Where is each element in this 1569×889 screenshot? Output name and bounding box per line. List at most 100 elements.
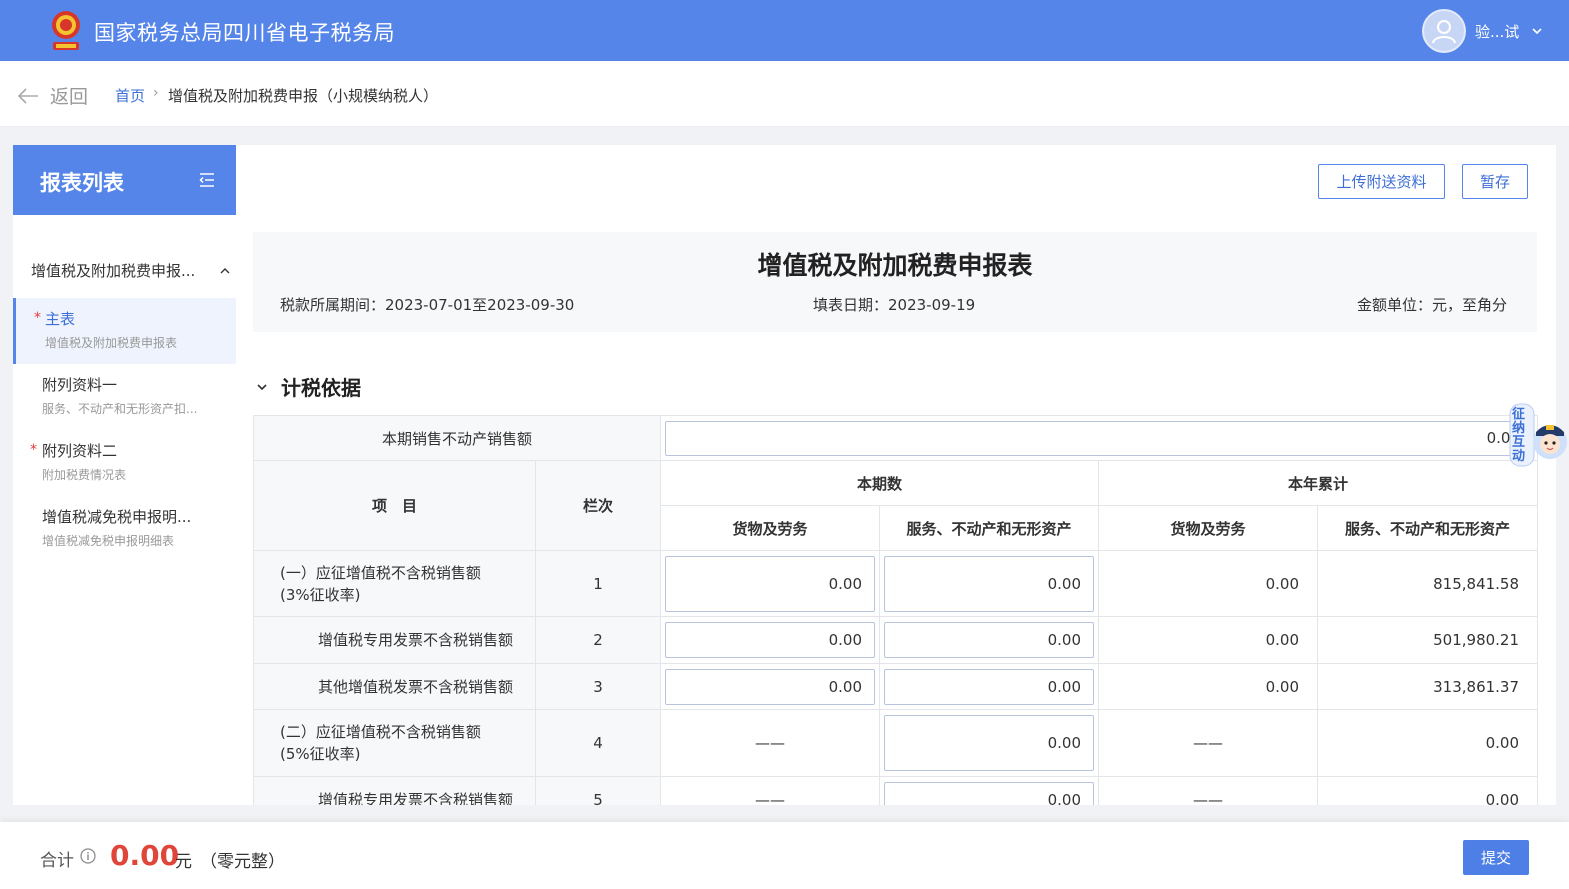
user-avatar[interactable]	[1422, 9, 1466, 53]
sidebar-item-title: 增值税减免税申报明...	[42, 508, 192, 526]
ytd-goods-na: ——	[1098, 776, 1319, 805]
save-draft-button[interactable]: 暂存	[1462, 164, 1528, 199]
top-header: 国家税务总局四川省电子税务局 验...试	[0, 0, 1569, 61]
current-goods-input[interactable]	[665, 555, 876, 612]
row-number: 3	[534, 663, 662, 710]
sidebar-item-title: 主表	[45, 310, 76, 328]
table-row: (二）应征增值税不含税销售额 (5%征收率) 4 —— —— 0.00	[253, 709, 1539, 777]
interactive-helper-widget[interactable]: 征纳互动	[1508, 400, 1568, 470]
sidebar-title: 报表列表	[40, 171, 124, 195]
col-no-header: 栏次	[534, 460, 662, 551]
chevron-up-icon	[220, 267, 230, 273]
user-icon	[1432, 20, 1456, 44]
property-sales-input[interactable]	[665, 420, 1534, 456]
sidebar-item-title: 附列资料二	[42, 442, 118, 460]
row-item-label: 增值税专用发票不含税销售额	[253, 616, 536, 664]
current-services-input[interactable]	[884, 622, 1095, 658]
breadcrumb-home-link[interactable]: 首页	[115, 85, 145, 106]
form-title: 增值税及附加税费申报表	[757, 251, 1033, 280]
tax-basis-table: 本期销售不动产销售额 项 目 栏次 本期数 本年累计 货物及劳务 服务、不动产和…	[252, 415, 1539, 805]
sidebar-item-schedule-2[interactable]: * 附列资料二 附加税费情况表	[13, 430, 236, 496]
col-goods-header: 货物及劳务	[1098, 505, 1319, 551]
sidebar-item-title: 附列资料一	[42, 376, 118, 394]
sidebar-item-subtitle: 增值税及附加税费申报表	[45, 336, 178, 350]
table-row: (一）应征增值税不含税销售额 (3%征收率) 1 0.00 815,841.58	[253, 550, 1539, 617]
sidebar-item-schedule-1[interactable]: 附列资料一 服务、不动产和无形资产扣...	[13, 364, 236, 430]
current-goods-na: ——	[660, 709, 881, 777]
collapse-menu-icon[interactable]	[199, 172, 215, 188]
col-services-header: 服务、不动产和无形资产	[879, 505, 1100, 551]
back-label: 返回	[50, 86, 89, 108]
fill-date: 填表日期：2023-09-19	[813, 296, 976, 314]
chevron-down-icon	[257, 383, 267, 390]
row-item-label: 增值税专用发票不含税销售额	[253, 776, 536, 805]
row-number: 2	[534, 616, 662, 664]
sidebar-item-exemption-detail[interactable]: 增值税减免税申报明... 增值税减免税申报明细表	[13, 496, 236, 562]
ytd-services-value: 0.00	[1317, 776, 1539, 805]
ytd-services-value: 0.00	[1317, 709, 1539, 777]
tax-emblem-icon	[52, 11, 80, 50]
report-list-sidebar: 报表列表 增值税及附加税费申报... * 主表 增值税及附加税费申报表 附列资料…	[13, 145, 236, 805]
ytd-goods-value: 0.00	[1098, 616, 1319, 664]
arrow-left-icon	[17, 87, 38, 104]
table-row: 其他增值税发票不含税销售额 3 0.00 313,861.37	[253, 663, 1539, 710]
ytd-goods-value: 0.00	[1098, 663, 1319, 710]
ytd-goods-value: 0.00	[1098, 550, 1319, 617]
required-mark: *	[30, 442, 37, 458]
form-header: 增值税及附加税费申报表 税款所属期间：2023-07-01至2023-09-30…	[253, 232, 1537, 332]
info-icon[interactable]	[80, 848, 96, 864]
current-goods-na: ——	[660, 776, 881, 805]
total-label: 合计	[40, 851, 74, 871]
bottom-bar: 合计 0.00 元 （零元整） 提交	[0, 822, 1569, 889]
total-unit: 元	[175, 852, 192, 872]
site-title: 国家税务总局四川省电子税务局	[94, 21, 395, 45]
required-mark: *	[34, 310, 41, 326]
table-row: 增值税专用发票不含税销售额 2 0.00 501,980.21	[253, 616, 1539, 664]
table-row: 增值税专用发票不含税销售额 5 —— —— 0.00	[253, 776, 1539, 805]
total-amount-words: （零元整）	[200, 852, 285, 872]
submit-button[interactable]: 提交	[1463, 840, 1529, 875]
current-services-input[interactable]	[884, 715, 1095, 771]
current-services-input[interactable]	[884, 555, 1095, 612]
sidebar-item-main-form[interactable]: * 主表 增值税及附加税费申报表	[13, 298, 236, 364]
breadcrumb-bar: 返回 首页 › 增值税及附加税费申报（小规模纳税人）	[0, 61, 1569, 127]
row-item-label: (二）应征增值税不含税销售额 (5%征收率)	[253, 709, 536, 777]
current-services-input[interactable]	[884, 781, 1095, 805]
sidebar-header: 报表列表	[13, 145, 236, 215]
sidebar-group-vat[interactable]: 增值税及附加税费申报...	[31, 260, 231, 281]
current-services-input[interactable]	[884, 668, 1095, 705]
col-current-header: 本期数	[660, 460, 1100, 506]
col-goods-header: 货物及劳务	[660, 505, 881, 551]
main-panel: 上传附送资料 暂存 增值税及附加税费申报表 税款所属期间：2023-07-01至…	[236, 145, 1556, 805]
back-button[interactable]: 返回	[16, 82, 88, 109]
property-sales-label: 本期销售不动产销售额	[252, 415, 662, 461]
section-title: 计税依据	[281, 376, 361, 400]
ytd-goods-na: ——	[1098, 709, 1319, 777]
ytd-services-value: 501,980.21	[1317, 616, 1539, 664]
table-header-row: 项 目 栏次 本期数 本年累计	[253, 460, 1539, 551]
sidebar-group-label: 增值税及附加税费申报...	[31, 262, 196, 280]
breadcrumb-separator: ›	[153, 85, 159, 101]
chevron-down-icon[interactable]	[1530, 24, 1544, 38]
ytd-services-value: 313,861.37	[1317, 663, 1539, 710]
helper-label: 征纳互动	[1512, 407, 1526, 464]
amount-unit: 金额单位：元，至角分	[1357, 296, 1508, 314]
row-number: 4	[534, 709, 662, 777]
row-item-label: (一）应征增值税不含税销售额 (3%征收率)	[253, 550, 536, 617]
tax-period: 税款所属期间：2023-07-01至2023-09-30	[280, 296, 575, 314]
row-number: 5	[534, 776, 662, 805]
row-number: 1	[534, 550, 662, 617]
row-item-label: 其他增值税发票不含税销售额	[253, 663, 536, 710]
col-item-header: 项 目	[253, 460, 536, 551]
sidebar-item-subtitle: 附加税费情况表	[42, 468, 127, 482]
user-name[interactable]: 验...试	[1475, 21, 1519, 42]
section-toggle-tax-basis[interactable]: 计税依据	[255, 372, 361, 401]
upload-attachments-button[interactable]: 上传附送资料	[1318, 164, 1445, 199]
col-ytd-header: 本年累计	[1098, 460, 1539, 506]
table-row: 本期销售不动产销售额	[252, 415, 1539, 461]
current-goods-input[interactable]	[665, 668, 876, 705]
sidebar-item-subtitle: 增值税减免税申报明细表	[42, 534, 175, 548]
breadcrumb-current: 增值税及附加税费申报（小规模纳税人）	[168, 87, 439, 105]
current-goods-input[interactable]	[665, 622, 876, 658]
total-amount: 0.00	[110, 839, 180, 872]
